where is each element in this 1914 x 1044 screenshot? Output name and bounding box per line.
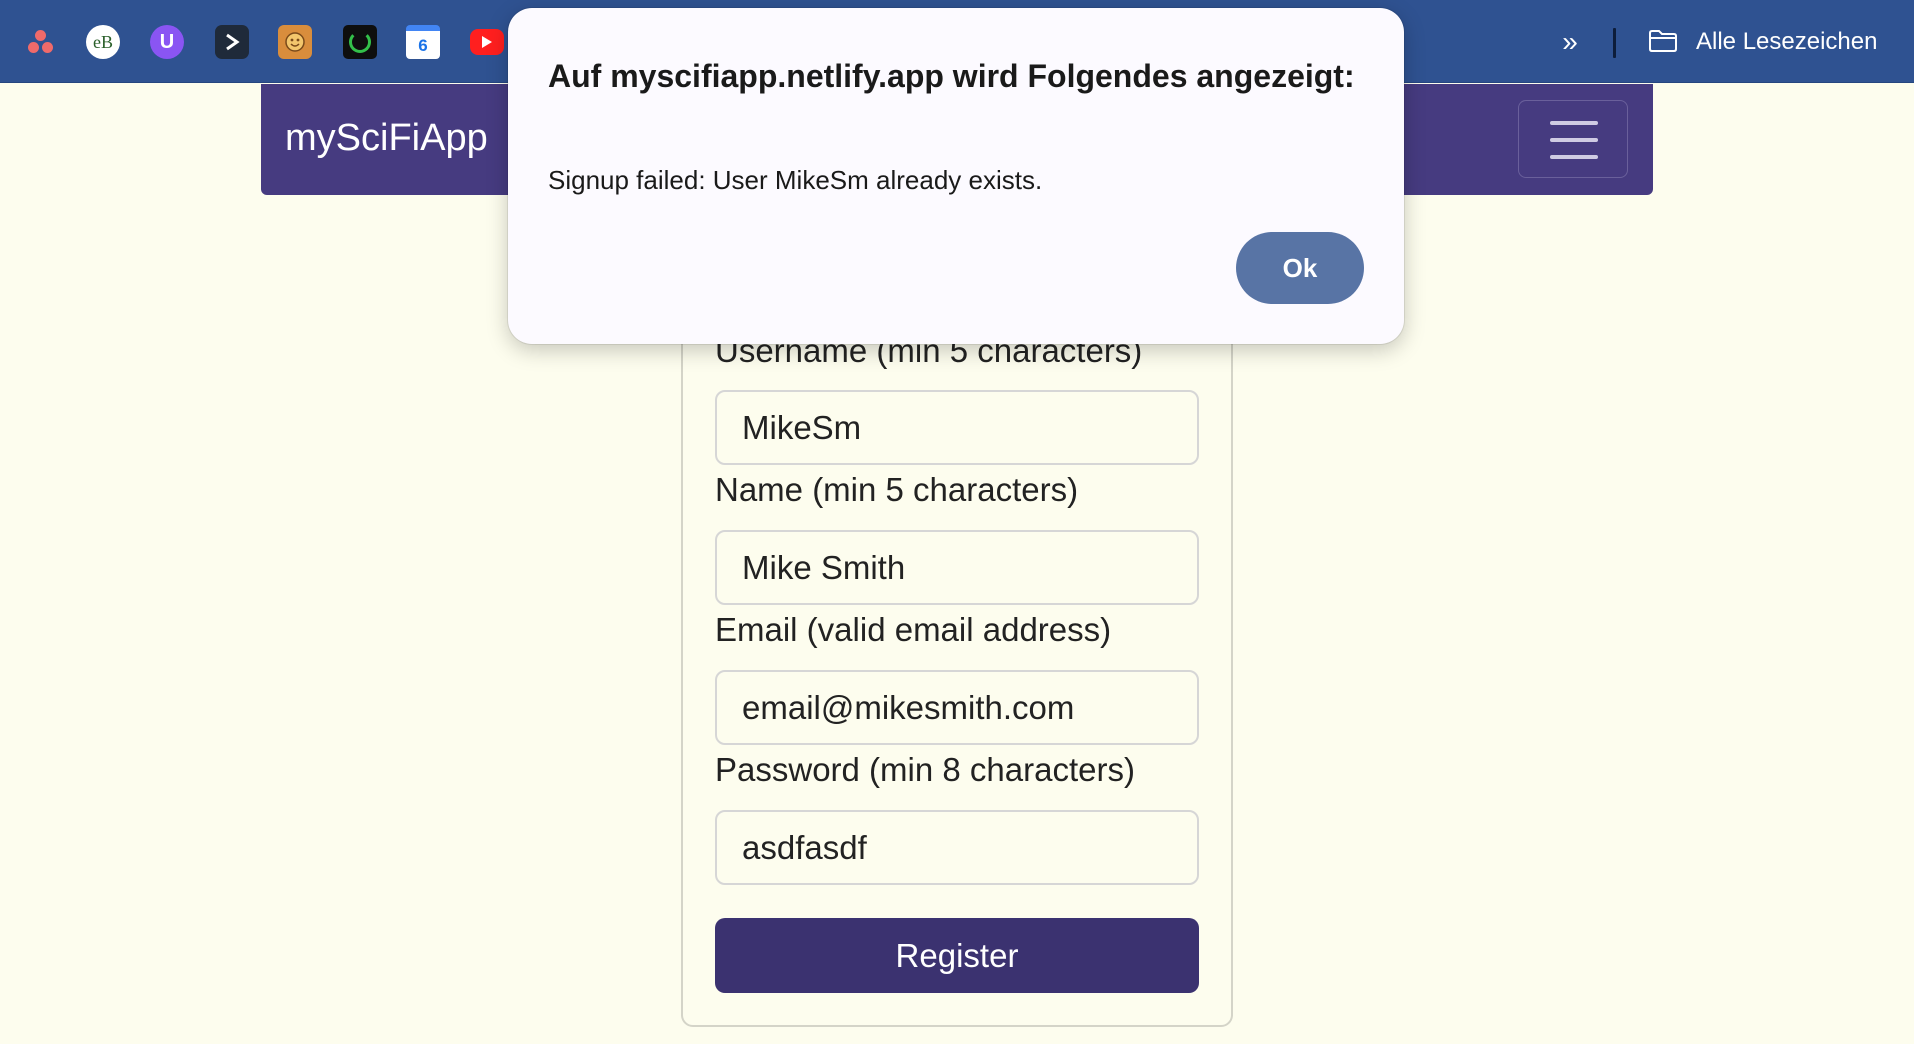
face-glyph bbox=[285, 32, 305, 52]
username-input[interactable]: MikeSm bbox=[715, 390, 1199, 465]
alert-dialog: Auf myscifiapp.netlify.app wird Folgende… bbox=[508, 8, 1404, 344]
play-icon[interactable] bbox=[215, 25, 249, 59]
email-input[interactable]: email@mikesmith.com bbox=[715, 670, 1199, 745]
name-input[interactable]: Mike Smith bbox=[715, 530, 1199, 605]
ok-button[interactable]: Ok bbox=[1236, 232, 1364, 304]
youtube-play-glyph bbox=[482, 36, 492, 48]
play-glyph bbox=[226, 33, 240, 51]
email-label: Email (valid email address) bbox=[715, 611, 1112, 648]
u-icon[interactable]: U bbox=[150, 25, 184, 59]
eb-icon[interactable]: eB bbox=[86, 25, 120, 59]
password-label: Password (min 8 characters) bbox=[715, 751, 1135, 788]
calendar-day: 6 bbox=[418, 36, 428, 55]
hamburger-line bbox=[1550, 121, 1598, 125]
folder-icon[interactable] bbox=[1648, 29, 1678, 53]
face-icon[interactable] bbox=[278, 25, 312, 59]
hamburger-line bbox=[1550, 138, 1598, 142]
password-input[interactable]: asdfasdf bbox=[715, 810, 1199, 885]
calendar-icon[interactable]: 6 bbox=[406, 25, 440, 59]
eb-icon-text: eB bbox=[93, 31, 113, 52]
dialog-title: Auf myscifiapp.netlify.app wird Folgende… bbox=[548, 58, 1355, 94]
u-icon-text: U bbox=[159, 30, 175, 53]
asana-icon[interactable] bbox=[23, 25, 57, 59]
menu-toggle-button[interactable] bbox=[1518, 100, 1628, 178]
page: eB U 6 » Alle Lesezeichen mySciFiApp Use… bbox=[0, 0, 1914, 1044]
youtube-icon[interactable] bbox=[470, 29, 504, 55]
hamburger-line bbox=[1550, 155, 1598, 159]
chevrons-text: » bbox=[1562, 26, 1577, 57]
dialog-message: Signup failed: User MikeSm already exist… bbox=[548, 165, 1043, 195]
brand-logo[interactable]: mySciFiApp bbox=[285, 115, 488, 161]
all-bookmarks-label[interactable]: Alle Lesezeichen bbox=[1696, 26, 1877, 58]
ring-icon[interactable] bbox=[343, 25, 377, 59]
ring-glyph bbox=[349, 31, 371, 53]
bookmarks-divider bbox=[1613, 28, 1616, 58]
more-bookmarks-chevron-icon[interactable]: » bbox=[1552, 24, 1582, 60]
name-label: Name (min 5 characters) bbox=[715, 471, 1079, 508]
register-button[interactable]: Register bbox=[715, 918, 1199, 993]
